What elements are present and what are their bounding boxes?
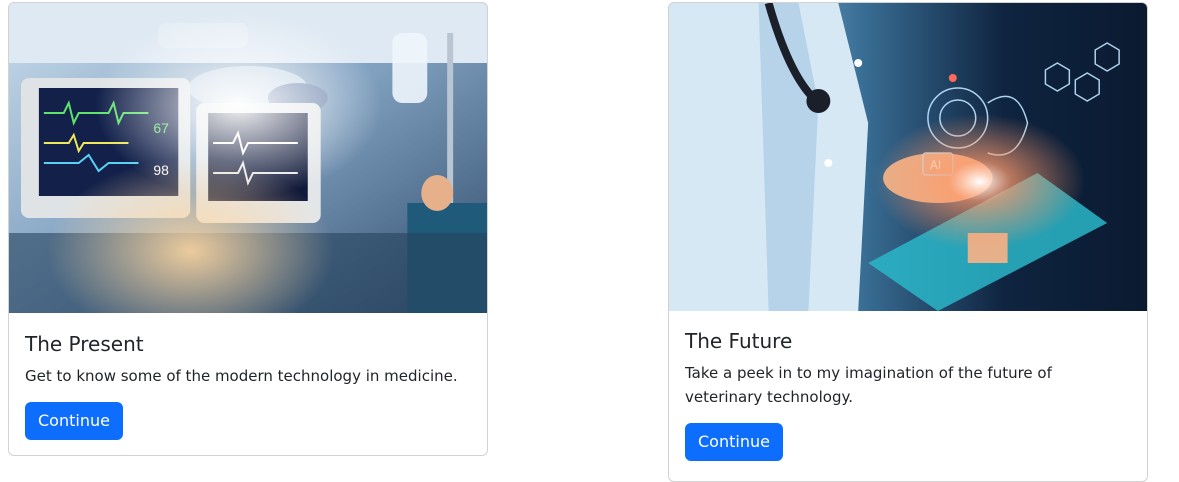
card-title: The Future [685,329,793,353]
card-text: Take a peek in to my imagination of the … [685,364,1052,406]
card-title: The Present [25,332,144,356]
continue-button[interactable]: Continue [685,423,783,461]
card-the-future: AI The Future Take a peek in to my imagi… [668,2,1148,482]
card-text: Get to know some of the modern technolog… [25,367,458,385]
card-body: The Present Get to know some of the mode… [9,313,487,455]
card-body: The Future Take a peek in to my imaginat… [669,311,1147,477]
doctor-ai-tablet-image: AI [669,3,1147,311]
card-the-present: 67 98 The Present Get to know some of th… [8,2,488,456]
hospital-monitors-image: 67 98 [9,3,487,313]
continue-button[interactable]: Continue [25,402,123,440]
